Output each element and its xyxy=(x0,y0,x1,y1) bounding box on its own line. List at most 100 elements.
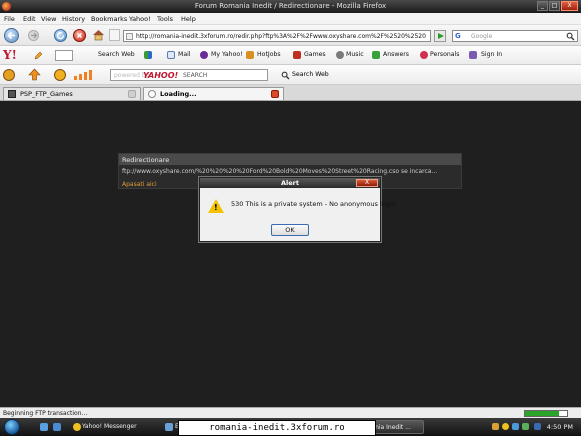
navigation-toolbar: http://romania-inedit.3xforum.ro/redir.p… xyxy=(0,25,581,46)
warning-mark: ! xyxy=(214,203,218,212)
redirect-link[interactable]: Apasati aici xyxy=(122,181,157,188)
yahoo-answers[interactable]: Answers xyxy=(383,51,409,58)
mail-icon xyxy=(167,51,175,59)
games-icon xyxy=(293,51,301,59)
menu-history[interactable]: History xyxy=(62,15,85,23)
redirect-header: Redirectionare xyxy=(119,154,461,165)
yahoo-games[interactable]: Games xyxy=(304,51,326,58)
forward-button[interactable] xyxy=(28,30,39,41)
tray-messenger-icon[interactable] xyxy=(492,423,499,430)
tray-volume-icon[interactable] xyxy=(534,423,541,430)
search-box[interactable]: G Google xyxy=(452,30,578,42)
menu-yahoo[interactable]: Yahoo! xyxy=(129,15,151,23)
menu-file[interactable]: File xyxy=(4,15,15,23)
forward-arrow-icon xyxy=(31,32,38,39)
secondary-toolbar: powered by YAHOO! SEARCH Search Web xyxy=(0,65,581,85)
music-icon xyxy=(336,51,344,59)
taskbar-item-label: Yahoo! Messenger xyxy=(82,423,137,430)
tab-label: PSP_FTP_Games xyxy=(20,90,73,98)
maximize-button[interactable]: □ xyxy=(549,1,560,11)
ok-button[interactable]: OK xyxy=(271,224,309,236)
hotjobs-icon xyxy=(246,51,254,59)
answers-icon xyxy=(372,51,380,59)
search-icon[interactable] xyxy=(566,32,575,41)
tray-smiley-icon[interactable] xyxy=(502,423,509,430)
taskbar-item-e[interactable]: E xyxy=(163,420,179,434)
taskbar-yahoo-messenger[interactable]: Yahoo! Messenger xyxy=(70,420,162,434)
url-tooltip: romania-inedit.3xforum.ro xyxy=(178,420,376,436)
redirect-message: ftp://www.oxyshare.com/%20%20%20%20Ford%… xyxy=(122,168,438,175)
window-title: Forum Romania Inedit / Redirectionare - … xyxy=(194,2,387,10)
up-arrow-icon[interactable] xyxy=(28,68,41,81)
page-content: Redirectionare ftp://www.oxyshare.com/%2… xyxy=(0,101,581,407)
user-icon xyxy=(469,51,477,59)
yahoo-my-yahoo[interactable]: My Yahoo! xyxy=(211,51,243,58)
menu-edit[interactable]: Edit xyxy=(23,15,36,23)
minimize-button[interactable]: _ xyxy=(537,1,548,11)
tab-loading[interactable]: Loading... xyxy=(143,87,284,100)
star-icon[interactable] xyxy=(54,69,66,81)
tray-network-icon[interactable] xyxy=(512,423,519,430)
quicklaunch-desktop-icon[interactable] xyxy=(53,423,61,431)
window-titlebar: Forum Romania Inedit / Redirectionare - … xyxy=(0,0,581,13)
search-web-button[interactable]: Search Web xyxy=(292,71,329,78)
yahoo-toolbar: Y! Search Web Mail My Yahoo! HotJobs Gam… xyxy=(0,46,581,65)
alert-message: 530 This is a private system - No anonym… xyxy=(231,200,396,208)
search-placeholder: Google xyxy=(471,33,493,40)
menu-help[interactable]: Help xyxy=(181,15,196,23)
back-arrow-icon xyxy=(7,31,15,40)
back-button[interactable] xyxy=(4,28,19,43)
heart-icon xyxy=(420,51,428,59)
tray-security-icon[interactable] xyxy=(522,423,529,430)
yahoo-hotjobs[interactable]: HotJobs xyxy=(257,51,281,58)
go-button[interactable] xyxy=(434,30,446,42)
yahoo-search-input[interactable]: powered by YAHOO! SEARCH xyxy=(110,69,268,81)
start-button[interactable] xyxy=(4,419,20,435)
tab-close-icon[interactable] xyxy=(271,90,279,98)
url-text[interactable]: http://romania-inedit.3xforum.ro/redir.p… xyxy=(136,33,426,40)
stop-icon xyxy=(77,33,82,38)
tab-close-icon[interactable] xyxy=(128,90,136,98)
menu-tools[interactable]: Tools xyxy=(157,15,173,23)
my-yahoo-icon xyxy=(200,51,208,59)
status-bar: Beginning FTP transaction... xyxy=(0,407,581,418)
yahoo-search-web[interactable]: Search Web xyxy=(98,51,135,58)
menu-bar: File Edit View History Bookmarks Yahoo! … xyxy=(0,13,581,25)
yahoo-mail[interactable]: Mail xyxy=(178,51,191,58)
alert-close-button[interactable]: X xyxy=(356,179,378,187)
close-window-button[interactable]: X xyxy=(561,1,578,11)
bookmark-page-icon[interactable] xyxy=(109,29,120,41)
url-bar[interactable]: http://romania-inedit.3xforum.ro/redir.p… xyxy=(123,30,431,42)
shield-icon[interactable] xyxy=(144,51,152,59)
m-badge-icon[interactable] xyxy=(3,69,15,81)
menu-bookmarks[interactable]: Bookmarks xyxy=(91,15,127,23)
yahoo-search-brand: YAHOO! xyxy=(143,71,179,80)
home-icon xyxy=(93,30,104,41)
alert-dialog: Alert X ! 530 This is a private system -… xyxy=(199,177,396,242)
progress-fill xyxy=(525,411,559,416)
progress-bar xyxy=(524,410,568,417)
yahoo-personals[interactable]: Personals xyxy=(430,51,460,58)
yahoo-sign-in[interactable]: Sign In xyxy=(481,51,502,58)
stop-button[interactable] xyxy=(73,29,86,42)
home-button[interactable] xyxy=(92,29,105,41)
tab-psp-ftp-games[interactable]: PSP_FTP_Games xyxy=(3,87,141,100)
yahoo-logo[interactable]: Y! xyxy=(3,48,17,62)
quicklaunch-ie-icon[interactable] xyxy=(40,423,48,431)
menu-view[interactable]: View xyxy=(41,15,56,23)
loading-spinner-icon xyxy=(148,90,156,98)
page-favicon xyxy=(126,33,133,40)
tab-bar: PSP_FTP_Games Loading... xyxy=(0,85,581,101)
reload-button[interactable] xyxy=(54,29,67,42)
tab-label: Loading... xyxy=(160,90,197,98)
yahoo-search-field[interactable] xyxy=(55,50,73,61)
search-icon[interactable] xyxy=(281,71,290,80)
reload-icon xyxy=(56,31,65,40)
status-text: Beginning FTP transaction... xyxy=(3,410,88,417)
yahoo-music[interactable]: Music xyxy=(346,51,364,58)
taskbar-clock: 4:50 PM xyxy=(546,423,573,431)
smiley-icon xyxy=(73,423,81,431)
signal-bars-icon xyxy=(74,70,100,80)
pencil-icon[interactable] xyxy=(34,51,43,60)
alert-title: Alert xyxy=(200,178,380,188)
